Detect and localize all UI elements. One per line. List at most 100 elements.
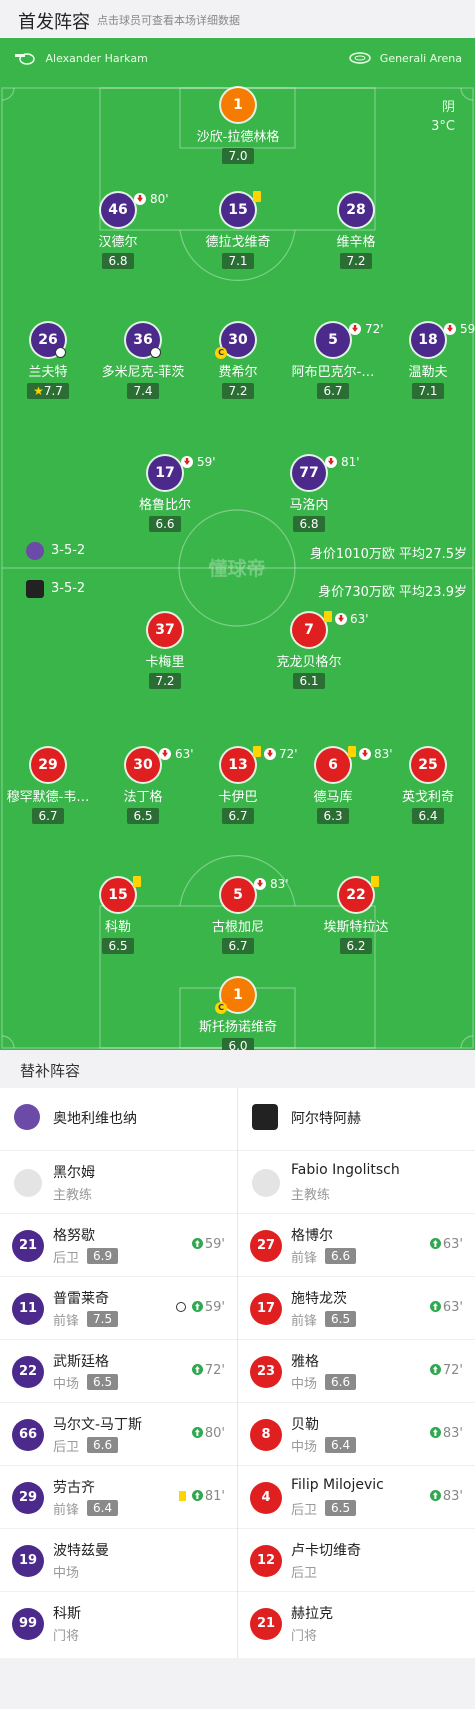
sub-name: 雅格 xyxy=(291,1354,319,1370)
subs-header: 替补阵容 xyxy=(0,1050,475,1088)
star-icon: ★ xyxy=(33,384,44,398)
sub-row[interactable]: 66 马尔文-马丁斯 后卫 6.6 80' xyxy=(0,1403,237,1466)
yellow-card-icon xyxy=(348,746,356,757)
home-player-77[interactable]: 77 81' 马洛内 6.8 xyxy=(254,455,364,532)
yellow-card-icon xyxy=(324,611,332,622)
yellow-card-icon xyxy=(178,1491,186,1501)
home-player-30[interactable]: 30 C 费希尔 7.2 xyxy=(183,323,293,399)
player-rating: 6.4 xyxy=(412,808,444,824)
sub-off-icon xyxy=(444,323,456,335)
coach-role: 主教练 xyxy=(53,1188,93,1203)
jersey-icon: 77 xyxy=(292,456,326,490)
home-player-28[interactable]: 28 维辛格 7.2 xyxy=(301,193,411,269)
away-player-37[interactable]: 37 卡梅里 7.2 xyxy=(110,613,220,689)
player-rating: 6.7 xyxy=(222,808,254,824)
sub-in-time: 63' xyxy=(429,1237,463,1252)
home-player-5[interactable]: 5 72' 阿布巴克尔-… 6.7 xyxy=(278,322,388,399)
jersey-icon: 7 xyxy=(292,613,326,647)
sub-row[interactable]: 21 赫拉克 门将 xyxy=(238,1592,475,1655)
sub-minute: 72' xyxy=(442,1363,463,1378)
sub-position: 后卫 xyxy=(291,1566,318,1581)
sub-minute: 83' xyxy=(442,1426,463,1441)
sub-in-icon xyxy=(191,1490,203,1501)
player-name: 卡伊巴 xyxy=(218,790,258,805)
away-coach-row[interactable]: Fabio Ingolitsch 主教练 xyxy=(238,1151,475,1214)
page-bottom xyxy=(0,1658,475,1709)
sub-row[interactable]: 23 雅格 中场 6.6 72' xyxy=(238,1340,475,1403)
jersey-icon: 4 xyxy=(250,1482,282,1514)
jersey-icon: 17 xyxy=(148,456,182,490)
sub-row[interactable]: 22 武斯廷格 中场 6.5 72' xyxy=(0,1340,237,1403)
player-name: 维辛格 xyxy=(336,235,376,250)
sub-position: 前锋 xyxy=(53,1314,80,1329)
sub-row[interactable]: 11 普雷莱奇 前锋 7.5 59' xyxy=(0,1277,237,1340)
coach-avatar-icon xyxy=(252,1169,280,1197)
home-player-46[interactable]: 46 80' 汉德尔 6.8 xyxy=(63,192,173,269)
coach-name: 黑尔姆 xyxy=(53,1165,95,1181)
coach-name: Fabio Ingolitsch xyxy=(291,1162,400,1178)
sub-row[interactable]: 4 Filip Milojevic 后卫 6.5 83' xyxy=(238,1466,475,1529)
sub-row[interactable]: 29 劳古齐 前锋 6.4 81' xyxy=(0,1466,237,1529)
home-player-1[interactable]: 1 沙欣-拉德林格 7.0 xyxy=(183,88,293,164)
home-player-36[interactable]: 36 多米尼克-菲茨 7.4 xyxy=(88,323,198,399)
player-name: 费希尔 xyxy=(218,365,258,380)
away-player-5[interactable]: 5 83' 古根加尼 6.7 xyxy=(183,877,293,954)
jersey-icon: 29 xyxy=(31,748,65,782)
sub-minute: 59' xyxy=(204,1300,225,1315)
jersey-icon: 21 xyxy=(12,1230,44,1262)
sub-name: 劳古齐 xyxy=(53,1480,95,1496)
sub-position: 中场 xyxy=(291,1377,318,1392)
sub-in-time: 72' xyxy=(191,1363,225,1378)
sub-in-icon xyxy=(191,1364,203,1375)
sub-row[interactable]: 17 施特龙茨 前锋 6.5 63' xyxy=(238,1277,475,1340)
player-name: 克龙贝格尔 xyxy=(276,655,342,670)
away-formation: 3-5-2 xyxy=(51,581,86,596)
away-value: 身价730万欧 平均23.9岁 xyxy=(318,585,467,600)
player-name: 德拉戈维奇 xyxy=(205,235,271,250)
player-rating: 7.1 xyxy=(222,253,254,269)
sub-off-icon xyxy=(349,323,361,335)
player-rating: 7.2 xyxy=(222,383,254,399)
home-value: 身价1010万欧 平均27.5岁 xyxy=(309,547,467,562)
player-name: 格鲁比尔 xyxy=(138,498,191,513)
referee-name: Alexander Harkam xyxy=(45,52,148,65)
jersey-icon: 27 xyxy=(250,1230,282,1262)
away-player-13[interactable]: 13 72' 卡伊巴 6.7 xyxy=(183,746,298,824)
player-rating: 6.8 xyxy=(102,253,134,269)
sub-rating: 6.9 xyxy=(87,1248,119,1264)
home-player-15[interactable]: 15 德拉戈维奇 7.1 xyxy=(183,191,293,269)
home-team-row: 3-5-2 身价1010万欧 平均27.5岁 xyxy=(0,541,475,563)
sub-in-icon xyxy=(429,1490,441,1501)
away-player-30[interactable]: 30 63' 法丁格 6.5 xyxy=(88,747,198,824)
jersey-icon: 30 xyxy=(126,748,160,782)
home-player-18[interactable]: 18 59' 温勒夫 7.1 xyxy=(373,322,475,399)
sub-row[interactable]: 99 科斯 门将 xyxy=(0,1592,237,1655)
sub-position: 后卫 xyxy=(53,1251,80,1266)
whistle-icon xyxy=(15,53,35,65)
player-rating: 6.2 xyxy=(340,938,372,954)
away-player-22[interactable]: 22 埃斯特拉达 6.2 xyxy=(301,876,411,954)
sub-row[interactable]: 8 贝勒 中场 6.4 83' xyxy=(238,1403,475,1466)
jersey-icon: 28 xyxy=(339,193,373,227)
sub-row[interactable]: 19 波特兹曼 中场 xyxy=(0,1529,237,1592)
subs-title: 替补阵容 xyxy=(20,1062,81,1080)
away-player-1[interactable]: 1 C 斯托扬诺维奇 6.0 xyxy=(183,978,293,1050)
sub-off-icon xyxy=(254,878,266,890)
sub-row[interactable]: 21 格努歇 后卫 6.9 59' xyxy=(0,1214,237,1277)
away-player-15[interactable]: 15 科勒 6.5 xyxy=(63,876,173,954)
sub-row[interactable]: 12 卢卡切维奇 后卫 xyxy=(238,1529,475,1592)
away-team-header[interactable]: 阿尔特阿赫 xyxy=(238,1088,475,1151)
away-player-6[interactable]: 6 83' 德马库 6.3 xyxy=(278,746,393,824)
jersey-icon: 29 xyxy=(12,1482,44,1514)
away-player-25[interactable]: 25 英戈利奇 6.4 xyxy=(373,748,475,824)
jersey-icon: 46 xyxy=(101,193,135,227)
away-player-7[interactable]: 7 63' 克龙贝格尔 6.1 xyxy=(254,611,369,689)
sub-in-icon xyxy=(429,1301,441,1312)
sub-row[interactable]: 27 格博尔 前锋 6.6 63' xyxy=(238,1214,475,1277)
home-player-17[interactable]: 17 59' 格鲁比尔 6.6 xyxy=(110,455,220,532)
home-team-header[interactable]: 奥地利维也纳 xyxy=(0,1088,237,1151)
home-coach-row[interactable]: 黑尔姆 主教练 xyxy=(0,1151,237,1214)
sub-minute: 81' xyxy=(341,455,360,469)
player-rating: 7.2 xyxy=(149,673,181,689)
sub-off-icon xyxy=(325,456,337,468)
